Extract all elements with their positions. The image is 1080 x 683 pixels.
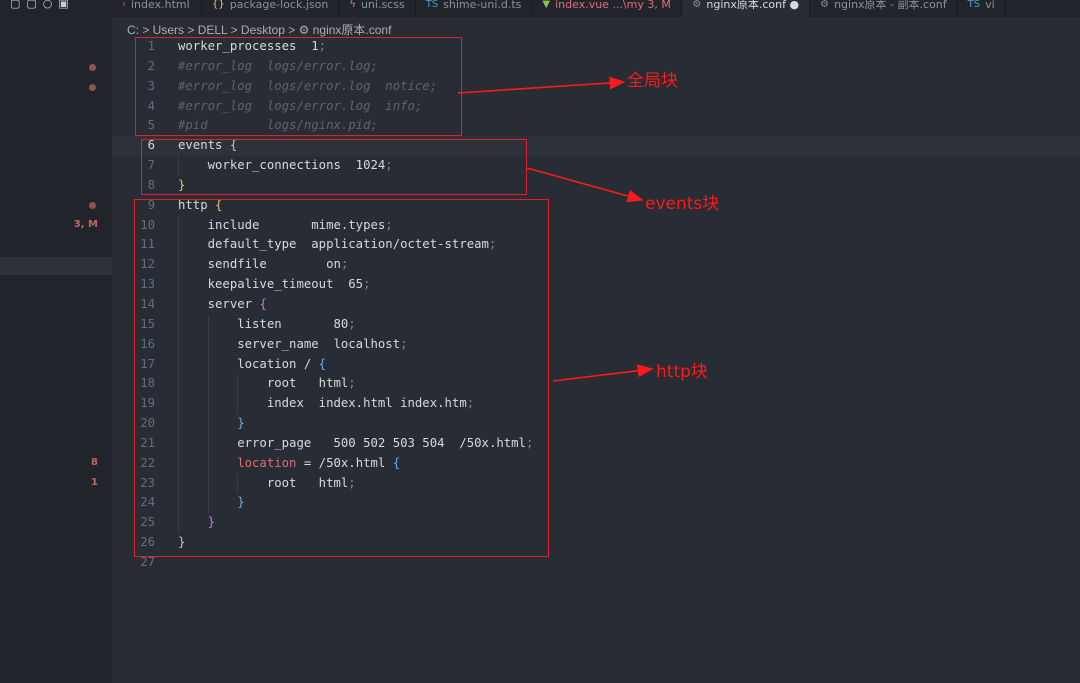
annotation-global-block: 全局块 [627, 71, 678, 91]
annotation-arrows [457, 76, 654, 382]
annotation-http-block: http块 [656, 362, 708, 382]
annotation-events-block: events块 [645, 194, 720, 214]
